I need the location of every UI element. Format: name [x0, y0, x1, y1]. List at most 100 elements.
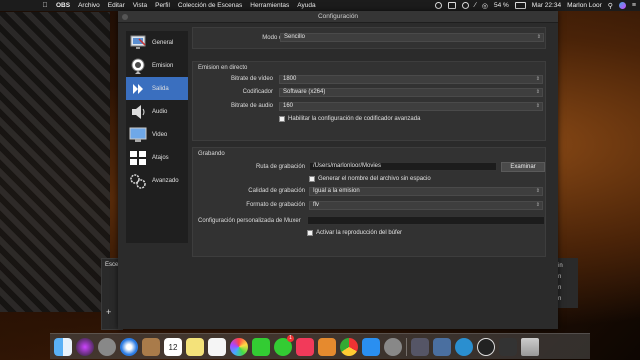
time-machine-icon[interactable] [461, 2, 469, 9]
recording-format-select[interactable]: flv ⇕ [309, 201, 543, 210]
settings-window: Configuración General Emision Salida Aud… [118, 11, 558, 329]
status-circle-icon[interactable] [434, 2, 442, 9]
notes-icon[interactable] [186, 337, 204, 356]
sidebar-item-salida[interactable]: Salida [126, 77, 188, 100]
siri-dock-icon[interactable] [76, 337, 94, 356]
sidebar-item-label: Audio [152, 108, 168, 115]
clock[interactable]: Mar 22:34 [532, 2, 561, 9]
browse-button[interactable]: Examinar [501, 162, 545, 172]
muxer-input[interactable] [307, 216, 545, 225]
broadcast-icon [128, 57, 148, 75]
wifi-icon[interactable]: ◎ [482, 2, 488, 10]
recording-quality-label: Calidad de grabación [248, 188, 305, 194]
streaming-group: Emision en directo Bitrate de vídeo 1800… [192, 61, 546, 141]
streaming-title: Emision en directo [198, 65, 248, 71]
mode-select[interactable]: Sencillo ⇕ [280, 33, 544, 42]
app-store-icon[interactable] [362, 337, 380, 356]
control-label-1[interactable]: in [558, 263, 563, 269]
encoder-label: Codificador [242, 89, 273, 95]
close-button[interactable] [122, 14, 128, 20]
checkbox-box[interactable] [309, 176, 315, 182]
edge-icon[interactable] [455, 337, 473, 356]
sidebar-item-general[interactable]: General [126, 31, 188, 54]
replay-buffer-label: Activar la reproducción del búfer [316, 230, 403, 236]
obs-icon[interactable] [477, 337, 495, 356]
sidebar-item-label: Avanzado [152, 177, 179, 184]
recording-path-label: Ruta de grabación [255, 164, 305, 170]
finder-icon[interactable] [54, 337, 72, 356]
window-preview-icon[interactable] [411, 337, 429, 356]
reminders-icon[interactable] [208, 337, 226, 356]
airplay-icon[interactable] [447, 2, 456, 9]
dropdown-arrow-icon: ⇕ [535, 103, 540, 109]
menu-coleccion-escenas[interactable]: Colección de Escenas [178, 2, 242, 9]
sidebar-item-atajos[interactable]: Atajos [126, 146, 188, 169]
window-titlebar[interactable]: Configuración [118, 11, 558, 23]
photos-icon[interactable] [230, 337, 248, 356]
recording-quality-select[interactable]: Igual a la emision ⇕ [309, 187, 543, 196]
control-label-3[interactable]: n [558, 285, 561, 291]
menu-vista[interactable]: Vista [133, 2, 147, 9]
notification-center-icon[interactable]: ≡ [632, 2, 636, 9]
menu-archivo[interactable]: Archivo [78, 2, 100, 9]
facetime-icon[interactable] [252, 337, 270, 356]
menu-bar:  OBS Archivo Editar Vista Perfil Colecc… [0, 0, 640, 11]
recording-path-input[interactable]: /Users/marlonloor/Movies [309, 162, 497, 171]
sidebar-item-label: General [152, 39, 174, 46]
encoder-select[interactable]: Software (x264) ⇕ [279, 88, 543, 97]
audio-bitrate-value: 160 [283, 103, 294, 109]
trash-icon[interactable] [521, 337, 539, 356]
contacts-icon[interactable] [142, 337, 160, 356]
system-preferences-icon[interactable] [384, 337, 402, 356]
video-bitrate-value: 1800 [283, 76, 297, 82]
menu-app-name[interactable]: OBS [56, 2, 70, 9]
control-label-4[interactable]: n [558, 296, 561, 302]
safari-icon[interactable] [120, 337, 138, 356]
screen-capture-icon[interactable] [433, 337, 451, 356]
speaker-icon [128, 103, 148, 121]
battery-icon [514, 2, 526, 9]
sidebar-item-audio[interactable]: Audio [126, 100, 188, 123]
battery-percent[interactable]: 54 % [494, 2, 509, 9]
output-settings: Modo de salida Sencillo ⇕ Emision en dir… [192, 27, 548, 327]
dock-separator [406, 337, 407, 356]
wallpaper-pattern [0, 12, 110, 312]
apple-menu-icon[interactable]:  [40, 2, 50, 9]
output-icon [128, 80, 148, 98]
menu-editar[interactable]: Editar [108, 2, 125, 9]
search-icon[interactable]: ⚲ [608, 2, 613, 10]
checkbox-box[interactable] [279, 116, 285, 122]
user-name[interactable]: Marlon Loor [567, 2, 602, 9]
launchpad-icon[interactable] [98, 337, 116, 356]
recording-path-value: /Users/marlonloor/Movies [313, 163, 382, 169]
books-icon[interactable] [318, 337, 336, 356]
sidebar-item-video[interactable]: Video [126, 123, 188, 146]
siri-icon[interactable] [618, 2, 626, 9]
chrome-icon[interactable] [340, 337, 358, 356]
sidebar-item-emision[interactable]: Emision [126, 54, 188, 77]
gears-icon [128, 172, 148, 190]
calendar-icon[interactable]: 12 [164, 337, 182, 356]
menu-ayuda[interactable]: Ayuda [297, 2, 315, 9]
audio-bitrate-select[interactable]: 160 ⇕ [279, 102, 543, 111]
settings-sidebar: General Emision Salida Audio Video Atajo… [126, 31, 188, 243]
recording-quality-value: Igual a la emision [313, 188, 360, 194]
replay-buffer-checkbox[interactable]: Activar la reproducción del búfer [307, 230, 402, 236]
menu-perfil[interactable]: Perfil [155, 2, 170, 9]
video-bitrate-input[interactable]: 1800 ⇕ [279, 75, 543, 84]
muxer-label: Configuración personalizada de Muxer [198, 218, 301, 224]
add-scene-button[interactable]: + [106, 307, 111, 317]
spin-arrows-icon[interactable]: ⇕ [536, 76, 540, 83]
monitor-icon [128, 34, 148, 52]
screen-recorder-icon[interactable] [499, 337, 517, 356]
bluetooth-icon[interactable]: ∕ [475, 2, 476, 9]
music-icon[interactable] [296, 337, 314, 356]
messages-icon[interactable]: 1 [274, 334, 294, 356]
checkbox-box[interactable] [307, 230, 313, 236]
sidebar-item-avanzado[interactable]: Avanzado [126, 169, 188, 192]
advanced-encoder-checkbox[interactable]: Habilitar la configuración de codificado… [279, 116, 420, 122]
video-bitrate-label: Bitrate de vídeo [230, 76, 273, 82]
menu-herramientas[interactable]: Herramientas [250, 2, 289, 9]
control-label-2[interactable]: n [558, 274, 561, 280]
no-space-filename-checkbox[interactable]: Generar el nombre del archivo sin espaci… [309, 176, 431, 182]
